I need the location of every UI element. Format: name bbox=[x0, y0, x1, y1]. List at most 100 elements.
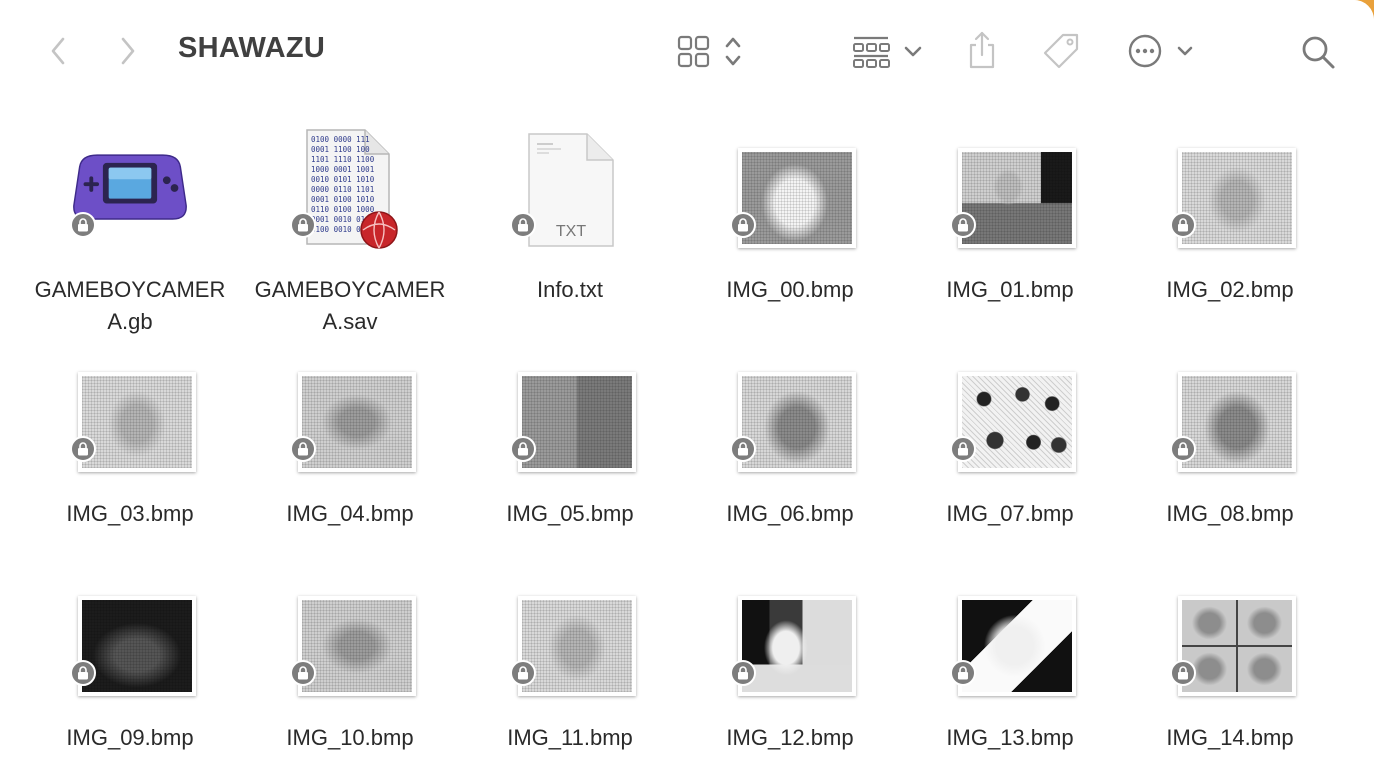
file-name-label: GAMEBOYCAMER A.sav bbox=[240, 274, 460, 338]
search-button[interactable] bbox=[1298, 32, 1338, 72]
group-icon bbox=[853, 36, 922, 68]
file-item[interactable]: IMG_00.bmp bbox=[680, 118, 900, 342]
file-name-label: IMG_09.bmp bbox=[20, 722, 240, 754]
image-thumbnail-frame bbox=[1178, 372, 1296, 472]
file-name-label: Info.txt bbox=[460, 274, 680, 306]
locked-badge bbox=[510, 436, 536, 462]
image-thumbnail bbox=[302, 600, 412, 692]
image-thumbnail bbox=[82, 376, 192, 468]
file-name-line-1: IMG_06.bmp bbox=[726, 501, 854, 526]
file-name-label: IMG_05.bmp bbox=[460, 498, 680, 530]
locked-badge bbox=[1170, 436, 1196, 462]
svg-text:1101 1110 1100: 1101 1110 1100 bbox=[311, 155, 375, 164]
file-item[interactable]: 0100 0000 111 0001 1100 100 1101 1110 1100… bbox=[240, 118, 460, 342]
lock-icon bbox=[518, 442, 528, 456]
back-button[interactable] bbox=[44, 34, 72, 68]
file-item[interactable]: IMG_07.bmp bbox=[900, 342, 1120, 566]
file-item[interactable]: IMG_12.bmp bbox=[680, 566, 900, 778]
lock-icon bbox=[298, 218, 308, 232]
file-name-line-1: IMG_10.bmp bbox=[286, 725, 414, 750]
locked-badge bbox=[510, 212, 536, 238]
toolbar: SHAWAZU bbox=[0, 0, 1374, 104]
image-thumbnail bbox=[1182, 152, 1292, 244]
locked-badge bbox=[70, 660, 96, 686]
image-thumbnail-frame bbox=[1178, 148, 1296, 248]
file-item[interactable]: IMG_01.bmp bbox=[900, 118, 1120, 342]
image-thumbnail-frame bbox=[738, 148, 856, 248]
chevron-right-icon bbox=[121, 37, 135, 65]
forward-button[interactable] bbox=[114, 34, 142, 68]
file-item[interactable]: IMG_13.bmp bbox=[900, 566, 1120, 778]
file-name-label: IMG_07.bmp bbox=[900, 498, 1120, 530]
locked-badge bbox=[290, 660, 316, 686]
svg-text:0100 0010 01: 0100 0010 01 bbox=[311, 225, 365, 234]
lock-icon bbox=[1178, 218, 1188, 232]
tag-icon bbox=[1043, 33, 1079, 69]
file-item[interactable]: IMG_04.bmp bbox=[240, 342, 460, 566]
more-actions-button[interactable] bbox=[1126, 32, 1198, 70]
file-name-label: IMG_02.bmp bbox=[1120, 274, 1340, 306]
file-name-label: IMG_11.bmp bbox=[460, 722, 680, 754]
lock-icon bbox=[298, 442, 308, 456]
locked-badge bbox=[290, 212, 316, 238]
image-thumbnail bbox=[742, 376, 852, 468]
image-thumbnail bbox=[962, 152, 1072, 244]
file-name-line-1: IMG_12.bmp bbox=[726, 725, 854, 750]
file-item[interactable]: IMG_10.bmp bbox=[240, 566, 460, 778]
svg-text:0001 1100 100: 0001 1100 100 bbox=[311, 145, 370, 154]
file-item[interactable]: IMG_05.bmp bbox=[460, 342, 680, 566]
image-thumbnail-frame bbox=[78, 596, 196, 696]
file-name-line-1: Info.txt bbox=[536, 277, 604, 302]
lock-icon bbox=[518, 218, 528, 232]
lock-icon bbox=[1178, 442, 1188, 456]
view-mode-button[interactable] bbox=[676, 34, 748, 70]
svg-text:TXT: TXT bbox=[556, 223, 586, 240]
file-item[interactable]: TXT Info.txt bbox=[460, 118, 680, 342]
locked-badge bbox=[70, 212, 96, 238]
chevron-left-icon bbox=[51, 37, 65, 65]
file-item[interactable]: IMG_09.bmp bbox=[20, 566, 240, 778]
lock-icon bbox=[78, 666, 88, 680]
image-thumbnail-frame bbox=[738, 372, 856, 472]
file-name-line-1: IMG_05.bmp bbox=[506, 501, 634, 526]
image-thumbnail bbox=[962, 600, 1072, 692]
file-item[interactable]: IMG_03.bmp bbox=[20, 342, 240, 566]
svg-text:0000 0110 1101: 0000 0110 1101 bbox=[311, 185, 374, 194]
svg-text:1000 0001 1001: 1000 0001 1001 bbox=[311, 165, 374, 174]
locked-badge bbox=[290, 436, 316, 462]
locked-badge bbox=[70, 436, 96, 462]
locked-badge bbox=[730, 660, 756, 686]
image-thumbnail bbox=[1182, 600, 1292, 692]
file-item[interactable]: GAMEBOYCAMER A.gb bbox=[20, 118, 240, 342]
file-item[interactable]: IMG_14.bmp bbox=[1120, 566, 1340, 778]
file-name-line-1: IMG_08.bmp bbox=[1166, 501, 1294, 526]
file-name-label: IMG_12.bmp bbox=[680, 722, 900, 754]
file-name-label: IMG_13.bmp bbox=[900, 722, 1120, 754]
file-name-line-1: IMG_04.bmp bbox=[286, 501, 414, 526]
file-name-line-1: IMG_14.bmp bbox=[1166, 725, 1294, 750]
file-name-line-1: GAMEBOYCAMER bbox=[34, 277, 226, 302]
file-name-label: IMG_06.bmp bbox=[680, 498, 900, 530]
lock-icon bbox=[518, 666, 528, 680]
file-name-line-1: IMG_00.bmp bbox=[726, 277, 854, 302]
file-item[interactable]: IMG_06.bmp bbox=[680, 342, 900, 566]
tag-button[interactable] bbox=[1040, 30, 1082, 72]
image-thumbnail-frame bbox=[958, 596, 1076, 696]
lock-icon bbox=[78, 442, 88, 456]
svg-text:0001 0100 1010: 0001 0100 1010 bbox=[311, 195, 375, 204]
file-name-label: IMG_03.bmp bbox=[20, 498, 240, 530]
image-thumbnail bbox=[522, 376, 632, 468]
image-thumbnail-frame bbox=[958, 372, 1076, 472]
image-thumbnail-frame bbox=[298, 596, 416, 696]
file-name-line-1: IMG_09.bmp bbox=[66, 725, 194, 750]
group-button[interactable] bbox=[850, 34, 926, 70]
file-grid: GAMEBOYCAMER A.gb 0100 0000 111 0001 1100 1… bbox=[20, 118, 1350, 778]
share-button[interactable] bbox=[964, 28, 1000, 72]
svg-text:0110 0100 1000: 0110 0100 1000 bbox=[311, 205, 375, 214]
locked-badge bbox=[950, 660, 976, 686]
file-item[interactable]: IMG_08.bmp bbox=[1120, 342, 1340, 566]
image-thumbnail bbox=[302, 376, 412, 468]
file-item[interactable]: IMG_11.bmp bbox=[460, 566, 680, 778]
file-item[interactable]: IMG_02.bmp bbox=[1120, 118, 1340, 342]
lock-icon bbox=[738, 218, 748, 232]
